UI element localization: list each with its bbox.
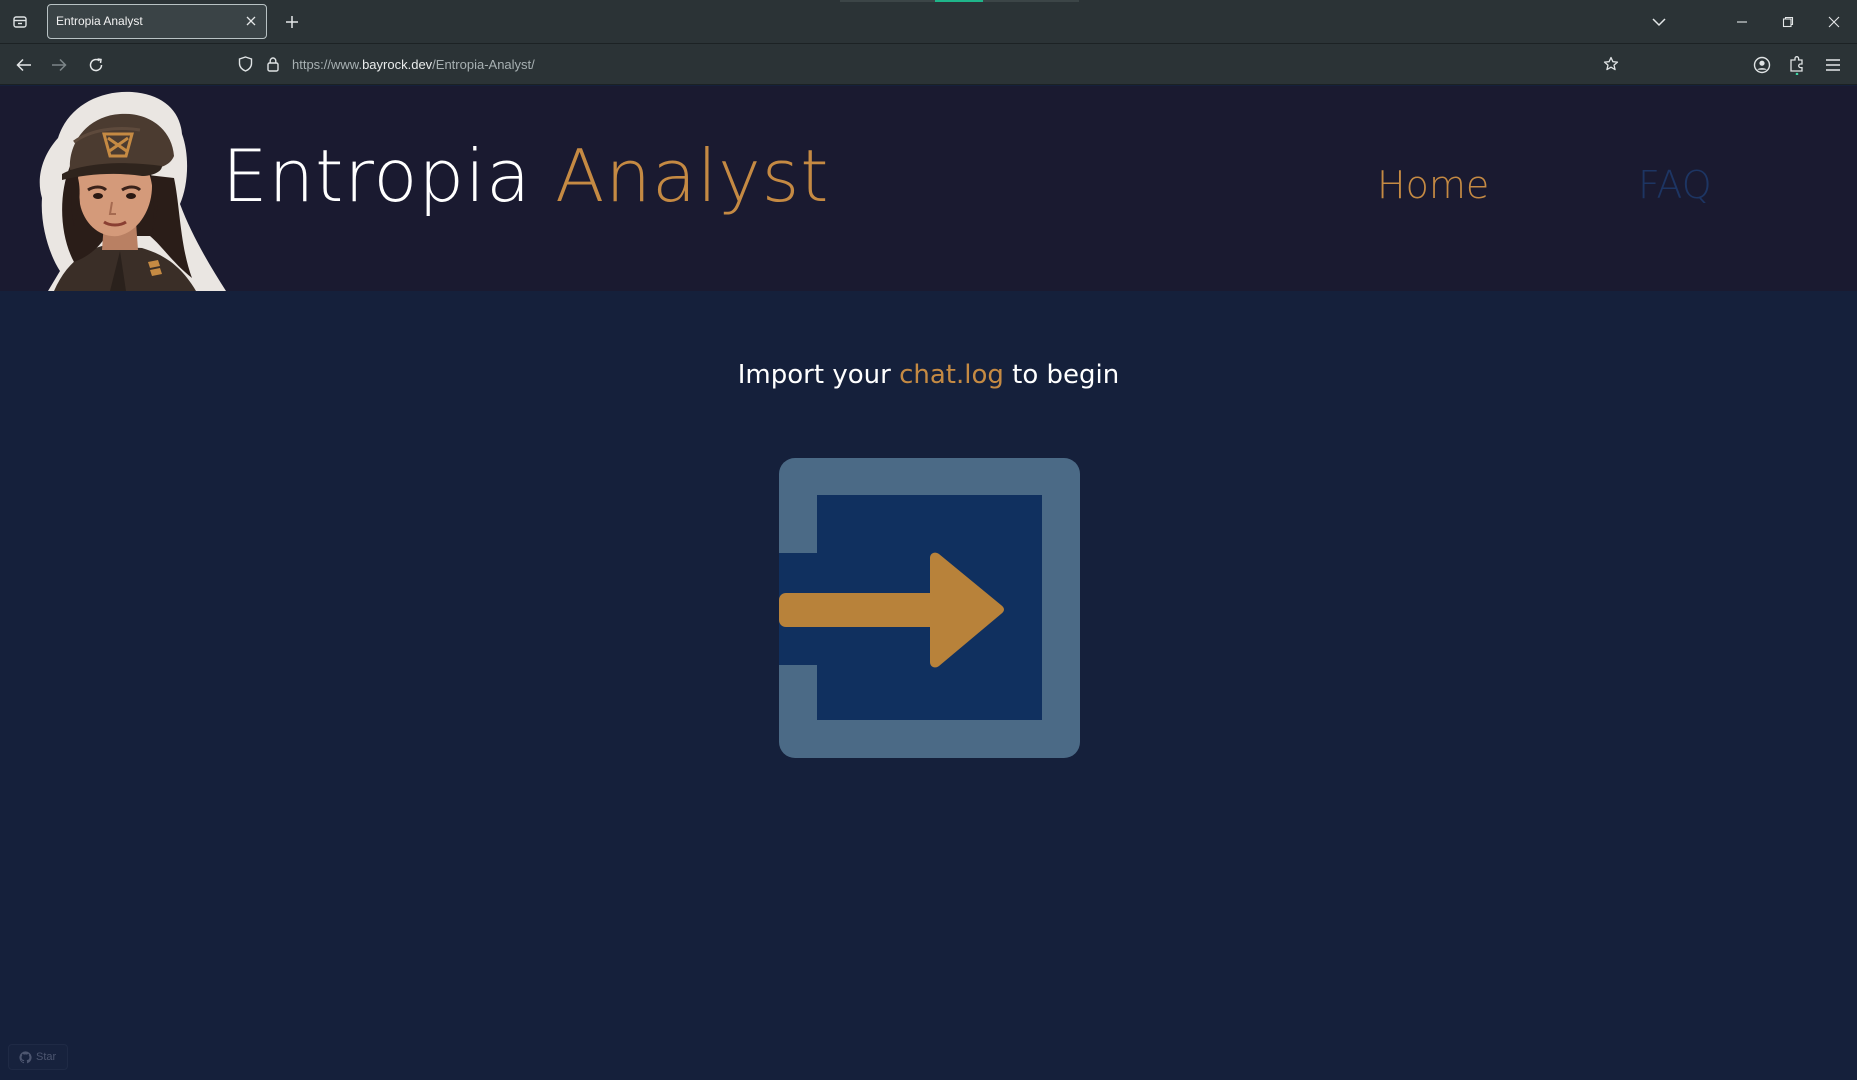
import-heading-after: to begin: [1012, 360, 1120, 390]
lock-icon[interactable]: [266, 56, 280, 76]
import-heading-before: Import your: [737, 360, 891, 390]
import-heading: Import your chat.log to begin: [0, 360, 1857, 390]
browser-tab-bar: Entropia Analyst: [0, 0, 1857, 44]
browser-tab-active[interactable]: Entropia Analyst: [47, 4, 267, 39]
import-arrow-icon: [779, 458, 1080, 758]
import-chat-log-button[interactable]: [779, 458, 1080, 758]
tab-title: Entropia Analyst: [56, 14, 143, 28]
reload-icon[interactable]: [83, 52, 109, 78]
new-tab-plus-icon[interactable]: [280, 10, 304, 34]
tab-strip-indicator: [983, 0, 1079, 2]
site-title-main: Entropia: [222, 134, 532, 218]
browser-nav-bar: https://www.bayrock.dev/Entropia-Analyst…: [0, 44, 1857, 85]
extensions-puzzle-icon[interactable]: [1784, 52, 1810, 78]
restore-window-icon[interactable]: [1773, 8, 1803, 36]
forward-arrow-icon[interactable]: [46, 52, 72, 78]
github-star-label: Star: [36, 1051, 57, 1063]
tracking-protection-shield-icon[interactable]: [238, 56, 253, 76]
nav-link-faq[interactable]: FAQ: [1638, 166, 1712, 204]
import-heading-filename: chat.log: [899, 360, 1004, 390]
site-title-accent: Analyst: [555, 134, 830, 218]
tab-strip-indicator: [840, 0, 935, 2]
bookmark-star-icon[interactable]: [1603, 56, 1619, 76]
tab-strip-indicator-active: [935, 0, 983, 2]
tab-list-icon[interactable]: [8, 10, 32, 34]
nav-link-home[interactable]: Home: [1377, 166, 1489, 204]
address-bar[interactable]: https://www.bayrock.dev/Entropia-Analyst…: [232, 49, 1627, 80]
url-host: bayrock.dev: [362, 57, 433, 72]
hamburger-menu-icon[interactable]: [1820, 52, 1846, 78]
minimize-window-icon[interactable]: [1727, 8, 1757, 36]
tab-close-icon[interactable]: [244, 14, 258, 28]
list-all-tabs-chevron-icon[interactable]: [1644, 8, 1674, 36]
url-prefix: https://www.: [292, 57, 363, 72]
avatar-logo: [30, 86, 227, 291]
url-text[interactable]: https://www.bayrock.dev/Entropia-Analyst…: [292, 57, 535, 72]
github-icon: [19, 1050, 32, 1063]
account-icon[interactable]: [1749, 52, 1775, 78]
back-arrow-icon[interactable]: [11, 52, 37, 78]
url-path: /Entropia-Analyst/: [432, 57, 535, 72]
close-window-icon[interactable]: [1819, 8, 1849, 36]
github-star-button[interactable]: Star: [8, 1044, 68, 1070]
site-title: Entropia Analyst: [222, 140, 830, 212]
